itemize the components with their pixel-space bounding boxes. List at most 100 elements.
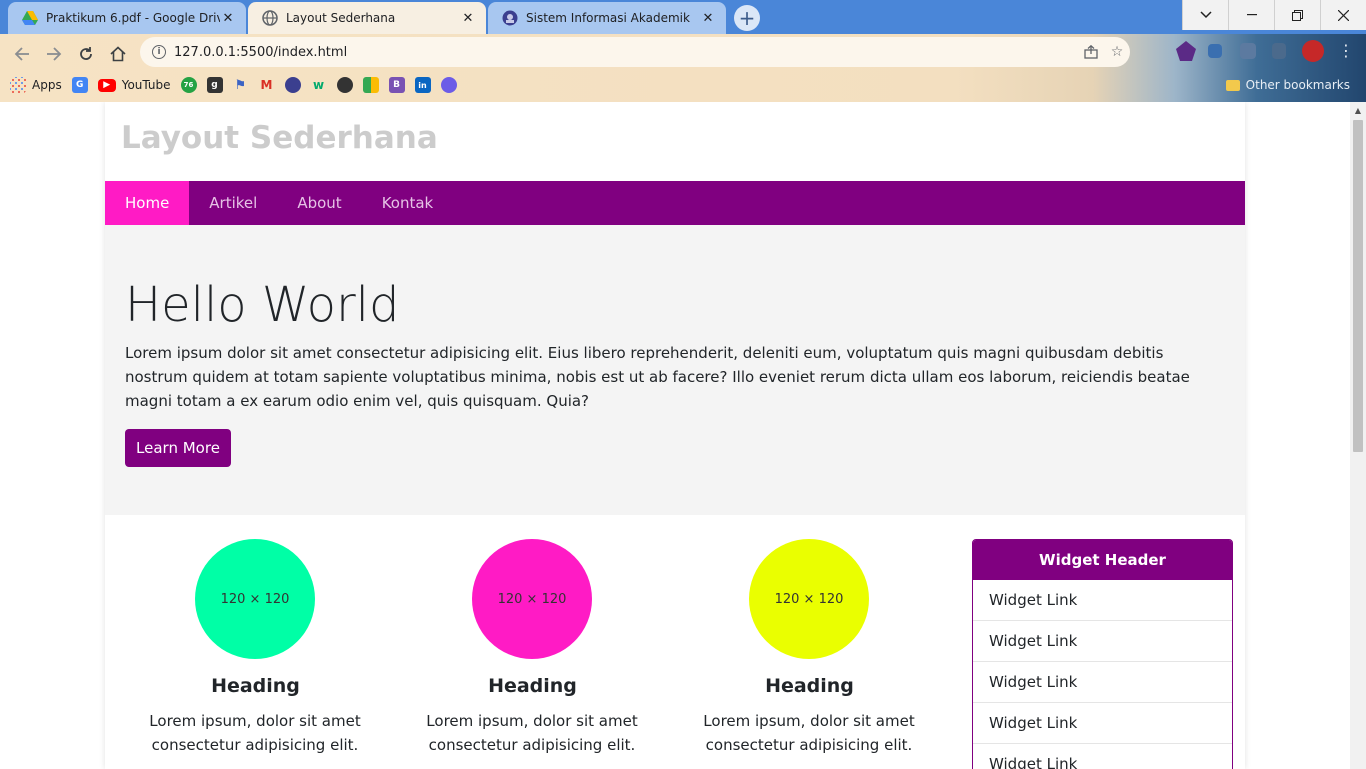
url-text: 127.0.0.1:5500/index.html (174, 44, 348, 60)
tab-title: Sistem Informasi Akademik (526, 11, 690, 25)
bookmark-bootstrap[interactable]: B (388, 74, 405, 96)
other-bookmarks[interactable]: Other bookmarks (1225, 74, 1350, 96)
bookmark-goodreads[interactable]: g (206, 74, 223, 96)
google-translate-icon: G (71, 77, 88, 93)
close-icon (1338, 9, 1349, 21)
new-tab-button[interactable]: + (734, 5, 760, 31)
tab-layout-sederhana[interactable]: Layout Sederhana ✕ (248, 2, 486, 34)
page-container: Layout Sederhana Home Artikel About Kont… (105, 102, 1245, 769)
site-info-icon[interactable]: i (152, 45, 166, 59)
back-button[interactable] (10, 42, 34, 66)
bookmark-flag[interactable]: ⚑ (233, 74, 249, 96)
tab-search-button[interactable] (1182, 0, 1228, 30)
google-meet-icon (362, 77, 379, 93)
quillbot-icon (440, 77, 457, 93)
feature-heading: Heading (765, 675, 854, 697)
bookmark-linkedin[interactable]: in (414, 74, 431, 96)
menu-kebab-icon[interactable]: ⋮ (1336, 41, 1356, 61)
profile-avatar[interactable] (1302, 40, 1324, 62)
bookmark-whatsapp[interactable]: 76 (180, 74, 197, 96)
arrow-left-icon (14, 47, 29, 61)
whatsapp-icon: 76 (180, 77, 197, 93)
bookmark-w3schools[interactable]: w (311, 74, 327, 96)
feature-text: Lorem ipsum, dolor sit amet consectetur … (426, 712, 638, 754)
scrollbar-thumb[interactable] (1353, 120, 1363, 452)
restore-button[interactable] (1274, 0, 1320, 30)
bookmark-meet[interactable] (362, 74, 379, 96)
bookmark-quillbot[interactable] (440, 74, 457, 96)
sidebar-widget: Widget Header Widget Link Widget Link Wi… (972, 539, 1233, 769)
bookmark-apps[interactable]: Apps (10, 74, 62, 96)
bookmark-star-icon[interactable]: ☆ (1104, 39, 1130, 65)
browser-toolbar: i 127.0.0.1:5500/index.html ☆ ⋮ Apps G ▶… (0, 34, 1366, 102)
hero-text: Lorem ipsum dolor sit amet consectetur a… (125, 344, 1190, 410)
reload-button[interactable] (74, 42, 98, 66)
widget-link[interactable]: Widget Link (973, 744, 1232, 769)
extension-1-icon[interactable] (1176, 41, 1196, 61)
feature-text: Lorem ipsum, dolor sit amet consectetur … (149, 712, 361, 754)
page-scrollbar[interactable]: ▲ (1350, 102, 1366, 769)
bookmark-github[interactable] (336, 74, 353, 96)
tab-google-drive[interactable]: Praktikum 6.pdf - Google Drive ✕ (8, 2, 246, 34)
widget-link[interactable]: Widget Link (973, 703, 1232, 744)
share-icon[interactable] (1078, 39, 1104, 65)
linkedin-icon: in (414, 77, 431, 93)
bookmark-gmail[interactable]: M (259, 74, 275, 96)
site-title: Layout Sederhana (121, 120, 438, 156)
goodreads-icon: g (206, 77, 223, 93)
university-icon (502, 10, 518, 26)
forward-button[interactable] (42, 42, 66, 66)
tab-sistem-informasi[interactable]: Sistem Informasi Akademik ✕ (488, 2, 726, 34)
placeholder-image: 120 × 120 (749, 539, 869, 659)
address-bar[interactable]: i 127.0.0.1:5500/index.html ☆ (140, 37, 1130, 67)
close-tab-icon[interactable]: ✕ (700, 10, 716, 26)
reload-icon (80, 47, 92, 60)
arrow-right-icon (47, 47, 62, 61)
reading-list-icon[interactable] (1272, 43, 1286, 59)
gmail-icon: M (260, 78, 273, 92)
home-icon (110, 46, 126, 62)
bookmark-translate[interactable]: G (71, 74, 88, 96)
github-icon (336, 77, 353, 93)
restore-icon (1292, 9, 1303, 21)
bootstrap-icon: B (388, 77, 405, 93)
widget-link[interactable]: Widget Link (973, 662, 1232, 703)
bookmark-label: Apps (32, 78, 62, 92)
nav-link-artikel[interactable]: Artikel (189, 181, 277, 225)
hero-jumbotron: Hello World Lorem ipsum dolor sit amet c… (105, 225, 1245, 515)
close-tab-icon[interactable]: ✕ (460, 10, 476, 26)
bookmarks-bar: Apps G ▶ YouTube 76 g ⚑ M w B in (10, 74, 467, 96)
extension-2-icon[interactable] (1208, 44, 1222, 58)
chevron-down-icon (1199, 11, 1212, 19)
nav-link-about[interactable]: About (277, 181, 361, 225)
bookmark-youtube[interactable]: ▶ YouTube (97, 74, 171, 96)
learn-more-button[interactable]: Learn More (125, 429, 231, 467)
hero-heading: Hello World (125, 277, 400, 333)
tab-title: Praktikum 6.pdf - Google Drive (46, 11, 220, 25)
youtube-icon: ▶ (97, 78, 116, 92)
widget-link[interactable]: Widget Link (973, 621, 1232, 662)
page-viewport: Layout Sederhana Home Artikel About Kont… (0, 102, 1350, 769)
main-navbar: Home Artikel About Kontak (105, 181, 1245, 225)
minimize-button[interactable] (1228, 0, 1274, 30)
university-icon (284, 77, 301, 93)
nav-link-kontak[interactable]: Kontak (362, 181, 454, 225)
minimize-icon (1246, 14, 1257, 16)
flag-icon: ⚑ (234, 77, 247, 93)
feature-text: Lorem ipsum, dolor sit amet consectetur … (703, 712, 915, 754)
home-button[interactable] (106, 42, 130, 66)
scroll-up-icon[interactable]: ▲ (1350, 102, 1366, 118)
widget-header: Widget Header (973, 540, 1232, 580)
widget-link[interactable]: Widget Link (973, 580, 1232, 621)
bookmark-label: YouTube (121, 78, 171, 92)
close-window-button[interactable] (1320, 0, 1366, 30)
apps-grid-icon (10, 77, 26, 93)
extensions-puzzle-icon[interactable] (1240, 43, 1256, 59)
browser-tab-bar: Praktikum 6.pdf - Google Drive ✕ Layout … (0, 0, 1366, 34)
google-drive-icon (22, 10, 38, 26)
close-tab-icon[interactable]: ✕ (220, 10, 236, 26)
placeholder-image: 120 × 120 (195, 539, 315, 659)
feature-heading: Heading (211, 675, 300, 697)
nav-link-home[interactable]: Home (105, 181, 190, 225)
bookmark-university[interactable] (284, 74, 301, 96)
